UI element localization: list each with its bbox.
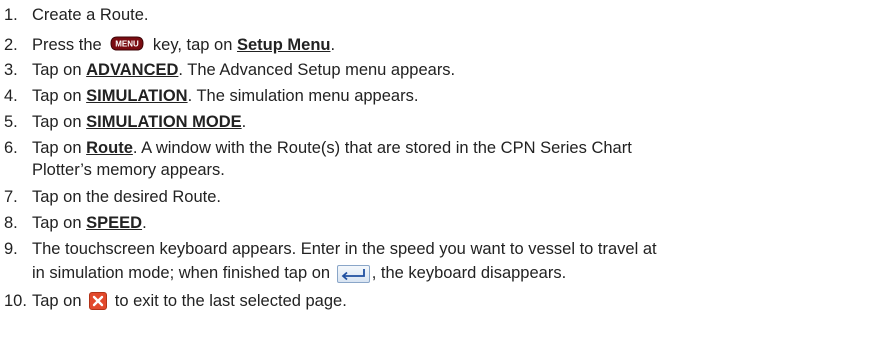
step-number: 2. <box>4 36 18 54</box>
step-number: 3. <box>4 61 18 79</box>
step-text: . The simulation menu appears. <box>187 87 419 105</box>
step-text: key, tap on <box>152 36 233 54</box>
step-text: . <box>142 214 147 232</box>
step-number: 6. <box>4 139 18 157</box>
step-10: 10. Tap on to exit to the last selected p… <box>4 292 347 311</box>
menu-key-icon: MENU <box>109 35 145 52</box>
step-7: 7. Tap on the desired Route. <box>4 188 221 207</box>
instructions-page: 1. Create a Route. 2. Press the MENU key, … <box>0 0 895 340</box>
step-text: to exit to the last selected page. <box>114 292 347 310</box>
step-3: 3. Tap on ADVANCED. The Advanced Setup me… <box>4 61 455 80</box>
enter-key-icon <box>336 265 370 283</box>
step-text: Tap on <box>32 214 82 232</box>
step-text: Tap on <box>32 113 82 131</box>
step-8: 8. Tap on SPEED. <box>4 214 147 233</box>
step-6-continuation: Plotter’s memory appears. <box>32 161 225 179</box>
step-number: 9. <box>4 240 18 258</box>
route-keyword: Route <box>86 139 133 157</box>
advanced-keyword: ADVANCED <box>86 61 179 79</box>
step-text: in simulation mode; when finished tap on <box>32 264 331 282</box>
step-4: 4. Tap on SIMULATION. The simulation menu… <box>4 87 418 106</box>
svg-text:MENU: MENU <box>116 40 140 49</box>
step-number: 4. <box>4 87 18 105</box>
speed-keyword: SPEED <box>86 214 143 232</box>
step-text: . <box>330 36 336 54</box>
step-2: 2. Press the MENU key, tap on Setup Menu. <box>4 35 335 55</box>
step-text: , the keyboard disappears. <box>371 264 567 282</box>
step-text: The touchscreen keyboard appears. Enter … <box>32 240 657 258</box>
setup-menu-keyword: Setup Menu <box>236 36 331 54</box>
simulation-keyword: SIMULATION <box>86 87 188 105</box>
simulation-mode-keyword: SIMULATION MODE <box>86 113 242 131</box>
step-text: Press the <box>32 36 102 54</box>
step-text: Create a Route. <box>32 6 149 24</box>
step-9: 9. The touchscreen keyboard appears. Ente… <box>4 240 657 259</box>
step-text: . The Advanced Setup menu appears. <box>178 61 456 79</box>
step-text: Tap on <box>32 292 82 310</box>
close-icon <box>89 292 108 310</box>
step-number: 10. <box>4 292 27 310</box>
step-text: Tap on <box>32 87 82 105</box>
step-text: Tap on <box>32 139 82 157</box>
step-text: . A window with the Route(s) that are st… <box>132 139 632 157</box>
step-text: . <box>241 113 247 131</box>
step-number: 1. <box>4 6 18 24</box>
step-6: 6. Tap on Route. A window with the Route(… <box>4 139 632 158</box>
step-number: 8. <box>4 214 18 232</box>
step-number: 7. <box>4 188 18 206</box>
step-text: Tap on <box>32 61 82 79</box>
step-number: 5. <box>4 113 18 131</box>
step-9-continuation: in simulation mode; when finished tap on… <box>32 264 566 283</box>
step-1: 1. Create a Route. <box>4 6 148 25</box>
step-text: Tap on the desired Route. <box>32 188 221 206</box>
step-5: 5. Tap on SIMULATION MODE. <box>4 113 246 132</box>
